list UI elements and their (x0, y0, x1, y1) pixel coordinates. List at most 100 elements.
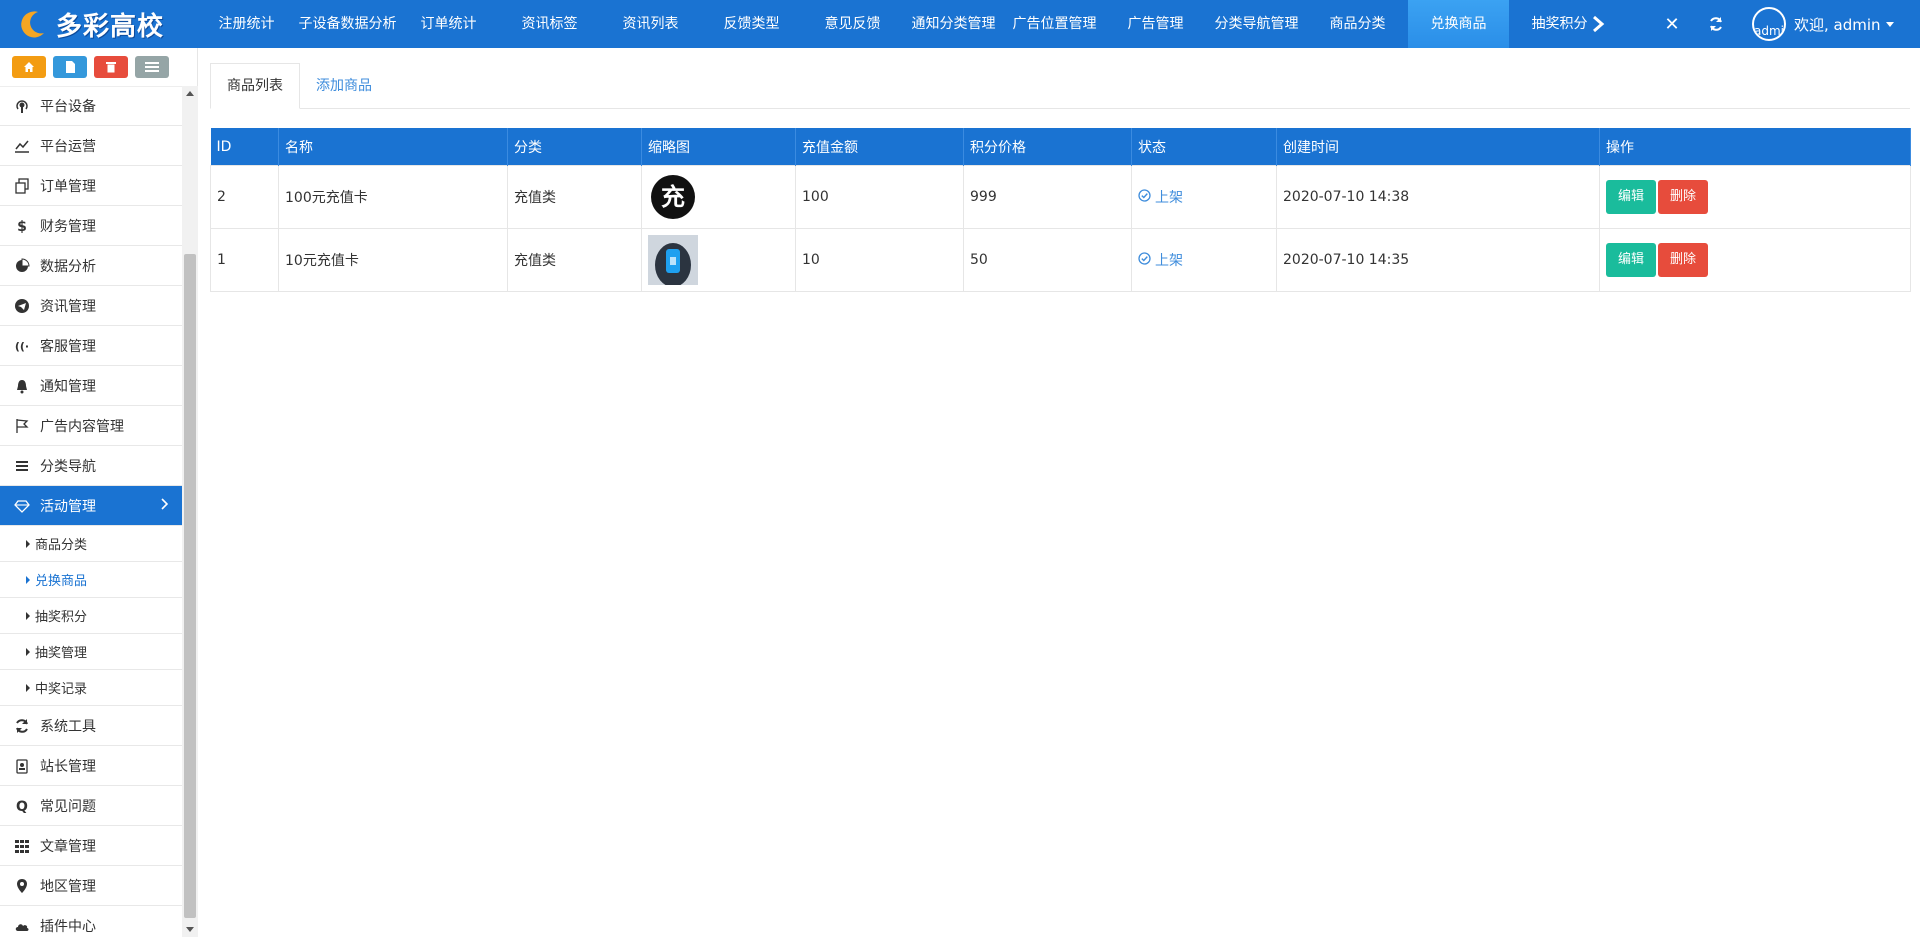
thumbnail-image[interactable]: 充 (648, 172, 698, 222)
sidebar-subitem-label: 中奖记录 (35, 682, 88, 697)
sidebar-item-label: 平台运营 (40, 138, 96, 155)
sidebar-item[interactable]: 插件中心 (0, 906, 182, 937)
sidebar-item[interactable]: $ 财务管理 (0, 206, 182, 246)
top-nav-item[interactable]: 意见反馈 (802, 0, 903, 48)
delete-button[interactable]: 删除 (1658, 243, 1709, 277)
edit-button[interactable]: 编辑 (1606, 243, 1657, 277)
table-row: 2 100元充值卡 充值类 充 100 999 上架 2020-07-10 14:38 编辑 删除 (210, 165, 1911, 229)
top-nav: 注册统计 子设备数据分析 订单统计 资讯标签 资讯列表 反馈类型 意见反馈 通知分类管理 广告位… (196, 0, 1610, 48)
cell-category: 充值类 (507, 228, 642, 292)
tab-goods-list[interactable]: 商品列表 (210, 63, 300, 109)
cell-created-text: 2020-07-10 14:35 (1283, 252, 1410, 268)
sidebar-scrollbar[interactable] (182, 86, 198, 937)
sidebar-item[interactable]: 广告内容管理 (0, 406, 182, 446)
caret-down-icon (1885, 21, 1894, 27)
bars-icon (12, 456, 32, 476)
table-header-row: ID 名称 分类 缩略图 充值金额 积分价格 状态 创建时间 操作 (210, 128, 1911, 166)
svg-text:$: $ (17, 219, 27, 234)
grid-icon (12, 836, 32, 856)
sidebar-subitem[interactable]: 商品分类 (0, 526, 182, 562)
top-nav-item[interactable]: 反馈类型 (701, 0, 802, 48)
line-chart-icon (12, 136, 32, 156)
sidebar-subitem-label: 商品分类 (35, 538, 88, 553)
cell-amount-text: 10 (802, 252, 820, 268)
cell-category-text: 充值类 (514, 190, 556, 206)
sidebar-item[interactable]: 通知管理 (0, 366, 182, 406)
cell-points-text: 999 (970, 189, 997, 205)
top-nav-item[interactable]: 商品分类 (1307, 0, 1408, 48)
cell-status: 上架 (1131, 165, 1277, 229)
sidebar-subitem[interactable]: 抽奖管理 (0, 634, 182, 670)
close-tabs-button[interactable]: ✕ (1656, 0, 1688, 48)
sidebar-item[interactable]: Q 常见问题 (0, 786, 182, 826)
top-nav-item[interactable]: 子设备数据分析 (297, 0, 398, 48)
sidebar-item[interactable]: 平台运营 (0, 126, 182, 166)
table-header-cell: 创建时间 (1276, 128, 1600, 166)
top-nav-item[interactable]: 兑换商品 (1408, 0, 1509, 48)
scroll-up-arrow-icon[interactable] (186, 91, 194, 96)
file-button[interactable] (53, 56, 87, 78)
edit-button[interactable]: 编辑 (1606, 180, 1657, 214)
sidebar-item[interactable]: ((· 客服管理 (0, 326, 182, 366)
home-button[interactable] (12, 56, 46, 78)
caret-right-icon (26, 575, 30, 584)
thumbnail-image[interactable] (648, 235, 698, 287)
sidebar-item[interactable]: 地区管理 (0, 866, 182, 906)
nav-next-button[interactable] (1582, 0, 1614, 48)
cell-id: 2 (210, 165, 279, 229)
trash-button[interactable] (94, 56, 128, 78)
sidebar-subitem[interactable]: 中奖记录 (0, 670, 182, 706)
caret-right-icon (26, 683, 30, 692)
sidebar-item[interactable]: 系统工具 (0, 706, 182, 746)
sidebar-item[interactable]: 数据分析 (0, 246, 182, 286)
sidebar-item[interactable]: 活动管理 (0, 486, 182, 526)
sidebar-item[interactable]: 资讯管理 (0, 286, 182, 326)
sidebar-subitem[interactable]: 抽奖积分 (0, 598, 182, 634)
sidebar-subitem-label: 抽奖管理 (35, 646, 88, 661)
top-nav-item[interactable]: 资讯列表 (600, 0, 701, 48)
pie-chart-icon (12, 256, 32, 276)
cell-id: 1 (210, 228, 279, 292)
svg-text:Q: Q (16, 799, 28, 814)
caret-right-icon (26, 647, 30, 656)
scroll-down-arrow-icon[interactable] (186, 927, 194, 932)
sidebar-item[interactable]: 分类导航 (0, 446, 182, 486)
sidebar-item[interactable]: 平台设备 (0, 86, 182, 126)
cell-amount-text: 100 (802, 189, 829, 205)
tab-add-goods[interactable]: 添加商品 (300, 64, 388, 108)
top-nav-item[interactable]: 通知分类管理 (903, 0, 1004, 48)
top-nav-item[interactable]: 广告管理 (1105, 0, 1206, 48)
cell-amount: 10 (795, 228, 964, 292)
top-nav-item[interactable]: 广告位置管理 (1004, 0, 1105, 48)
user-greeting: 欢迎, admin (1794, 15, 1881, 34)
cell-points: 999 (963, 165, 1132, 229)
refresh-button[interactable] (1700, 0, 1732, 48)
top-bar: 多彩高校 注册统计 子设备数据分析 订单统计 资讯标签 资讯列表 反馈类型 意见反馈 通知分类… (0, 0, 1920, 48)
status-toggle[interactable]: 上架 (1138, 187, 1270, 207)
check-circle-icon (1138, 188, 1151, 206)
diamond-icon (12, 496, 32, 516)
status-label: 上架 (1155, 190, 1183, 206)
podcast-icon (12, 96, 32, 116)
sidebar-item-label: 分类导航 (40, 458, 96, 475)
user-menu[interactable]: admin 欢迎, admin (1752, 0, 1894, 48)
sidebar-item-label: 客服管理 (40, 338, 96, 355)
close-icon: ✕ (1664, 13, 1680, 35)
delete-button[interactable]: 删除 (1658, 180, 1709, 214)
sidebar-item[interactable]: 订单管理 (0, 166, 182, 206)
top-nav-item[interactable]: 注册统计 (196, 0, 297, 48)
top-nav-item[interactable]: 资讯标签 (499, 0, 600, 48)
avatar-alt-text: admin (1754, 24, 1784, 38)
bell-icon (12, 376, 32, 396)
scroll-thumb[interactable] (184, 254, 196, 918)
logo[interactable]: 多彩高校 (0, 0, 196, 48)
top-nav-item[interactable]: 订单统计 (398, 0, 499, 48)
sidebar-item[interactable]: 文章管理 (0, 826, 182, 866)
sidebar-subitem[interactable]: 兑换商品 (0, 562, 182, 598)
list-button[interactable] (135, 56, 169, 78)
top-nav-item[interactable]: 分类导航管理 (1206, 0, 1307, 48)
sidebar-subitem-label: 抽奖积分 (35, 610, 88, 625)
table-header-cell: 状态 (1131, 128, 1277, 166)
status-toggle[interactable]: 上架 (1138, 250, 1270, 270)
sidebar-item[interactable]: 站长管理 (0, 746, 182, 786)
